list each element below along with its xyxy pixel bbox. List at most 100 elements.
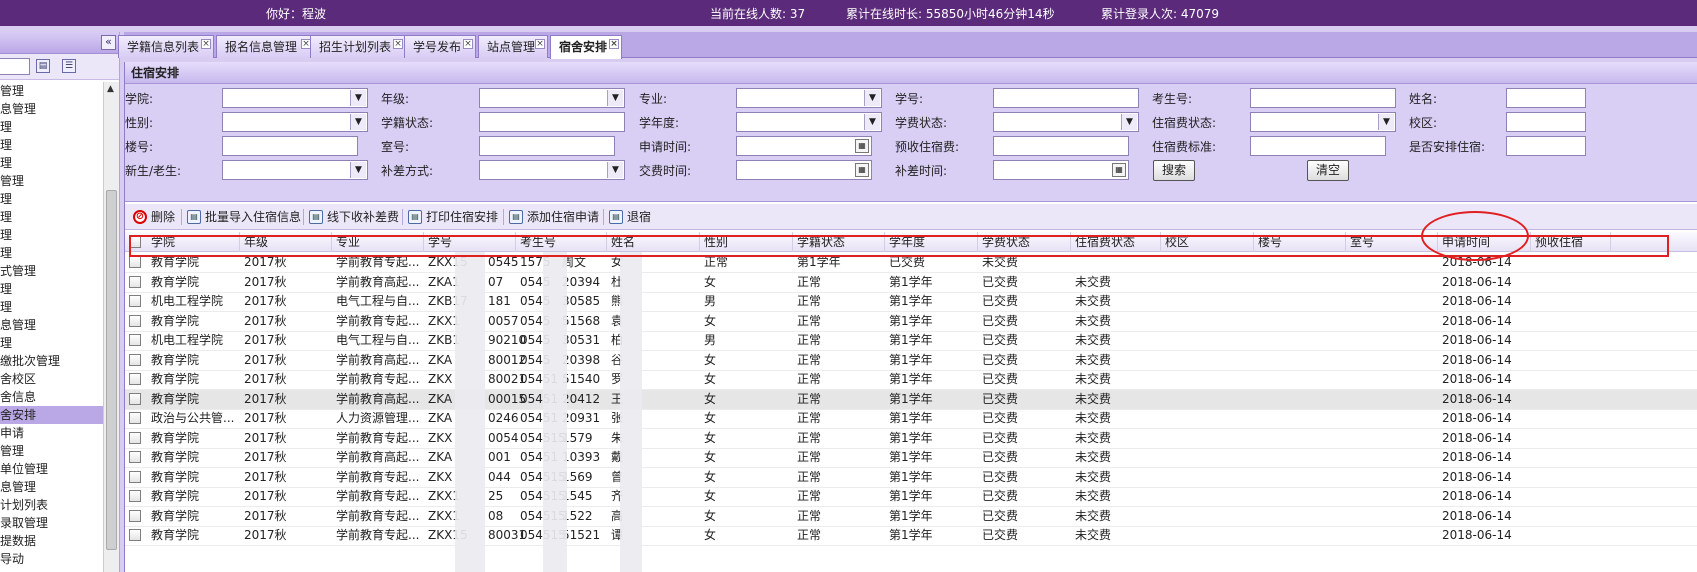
name-input[interactable]: [1506, 88, 1586, 108]
sidebar-item[interactable]: 理: [0, 280, 104, 298]
expand-all-icon[interactable]: ▤: [36, 59, 50, 73]
sidebar-item[interactable]: 理: [0, 154, 104, 172]
tab-site-management[interactable]: 站点管理 ×: [478, 35, 548, 58]
table-row[interactable]: 教育学院 2017秋 学前教育专起... ZKX1 25 054515 1545 齐女正常 第1…: [125, 487, 1697, 507]
print-button[interactable]: ▤ 打印住宿安排: [408, 208, 498, 226]
prepaid-fee-input[interactable]: [993, 136, 1129, 156]
column-header[interactable]: 年级: [240, 232, 332, 252]
sidebar-item[interactable]: 管理: [0, 172, 104, 190]
row-checkbox[interactable]: [129, 314, 141, 327]
row-checkbox[interactable]: [129, 451, 141, 463]
building-input[interactable]: [222, 136, 358, 156]
table-row[interactable]: 教育学院 2017秋 学前教育高起... ZKA 001 05451 10393 戴 女 正常 第1…: [125, 448, 1697, 468]
year-select[interactable]: ▼: [736, 112, 882, 132]
close-icon[interactable]: ×: [609, 39, 619, 49]
tab-enrollment[interactable]: 报名信息管理 ×: [216, 35, 314, 58]
pay-time-input[interactable]: ▦: [736, 160, 872, 180]
column-header[interactable]: 考生号: [516, 232, 607, 252]
fee-standard-input[interactable]: [1250, 136, 1386, 156]
column-header[interactable]: 申请时间: [1438, 232, 1531, 252]
column-header[interactable]: 姓名: [607, 232, 700, 252]
table-row[interactable]: 教育学院 2017秋 学前教育专起... ZKX1 0057 0545 51568 袁 女 正常 第…: [125, 312, 1697, 332]
column-header[interactable]: 预收住宿: [1531, 232, 1611, 252]
sidebar-item[interactable]: 息管理: [0, 316, 104, 334]
close-icon[interactable]: ×: [201, 39, 211, 49]
calendar-icon[interactable]: ▦: [855, 139, 869, 153]
batch-import-button[interactable]: ▤ 批量导入住宿信息: [187, 208, 301, 226]
row-checkbox[interactable]: [129, 412, 141, 424]
clear-button[interactable]: 清空: [1307, 160, 1349, 181]
sidebar-item[interactable]: 理: [0, 136, 104, 154]
table-row[interactable]: 政治与公共管... 2017秋 人力资源管理... ZKA 0246 05451 20931…: [125, 409, 1697, 429]
row-checkbox[interactable]: [129, 392, 141, 405]
sidebar-item[interactable]: 舍校区: [0, 370, 104, 388]
close-icon[interactable]: ×: [535, 39, 545, 49]
sidebar-item[interactable]: 理: [0, 190, 104, 208]
row-checkbox[interactable]: [129, 256, 141, 268]
sidebar-item[interactable]: 录取管理: [0, 514, 104, 532]
new-old-select[interactable]: ▼: [222, 160, 368, 180]
student-no-input[interactable]: [993, 88, 1139, 108]
collapse-sidebar-button[interactable]: «: [101, 35, 116, 50]
delete-button[interactable]: ⊘ 删除: [133, 208, 175, 226]
sidebar-item[interactable]: 单位管理: [0, 460, 104, 478]
row-checkbox[interactable]: [129, 373, 141, 385]
close-icon[interactable]: ×: [393, 39, 403, 49]
arranged-input[interactable]: [1506, 136, 1586, 156]
calendar-icon[interactable]: ▦: [855, 163, 869, 177]
college-select[interactable]: ▼: [222, 88, 368, 108]
sidebar-scrollbar[interactable]: ▲: [103, 82, 119, 572]
row-checkbox[interactable]: [129, 490, 141, 502]
table-row[interactable]: 教育学院 2017秋 学前教育专起... ZKX 0054 054515 1579 朱女正常第…: [125, 429, 1697, 449]
table-row[interactable]: 教育学院 2017秋 学前教育高起... ZKA1 07 0545 20394 杜 女 正常 第1学…: [125, 273, 1697, 293]
column-header[interactable]: 性别: [700, 232, 793, 252]
column-header[interactable]: 室号: [1346, 232, 1438, 252]
table-row[interactable]: 教育学院 2017秋 学前教育专起... ZKX15 80031 054515 51521 谭…: [125, 526, 1697, 546]
sidebar-item[interactable]: 理: [0, 208, 104, 226]
sidebar-item[interactable]: 提数据: [0, 532, 104, 550]
column-header[interactable]: 学费状态: [978, 232, 1071, 252]
row-checkbox[interactable]: [129, 295, 141, 307]
room-input[interactable]: [479, 136, 615, 156]
diff-time-input[interactable]: ▦: [993, 160, 1129, 180]
column-header[interactable]: 楼号: [1254, 232, 1346, 252]
sidebar-item[interactable]: 式管理: [0, 262, 104, 280]
column-header[interactable]: 校区: [1161, 232, 1254, 252]
table-row[interactable]: 机电工程学院 2017秋 电气工程与自... ZKB1 90210 0545 30531 柏男…: [125, 331, 1697, 351]
tab-admission-plan[interactable]: 招生计划列表 ×: [310, 35, 406, 58]
row-checkbox[interactable]: [129, 275, 141, 288]
sidebar-item[interactable]: 理: [0, 298, 104, 316]
major-select[interactable]: ▼: [736, 88, 882, 108]
campus-input[interactable]: [1506, 112, 1586, 132]
search-button[interactable]: 搜索: [1153, 160, 1195, 181]
column-header[interactable]: 专业: [332, 232, 424, 252]
table-row[interactable]: 教育学院 2017秋 学前教育专起... ZKX 80021 05451 51540 罗女正常…: [125, 370, 1697, 390]
row-checkbox[interactable]: [129, 353, 141, 366]
close-icon[interactable]: ×: [463, 39, 473, 49]
table-row[interactable]: 教育学院 2017秋 学前教育专起... ZKX 044 054515 1569 曾女正常 第1…: [125, 468, 1697, 488]
table-row[interactable]: 教育学院 2017秋 学前教育专起... ZKX1 08 054515 1522 高女正常 第1…: [125, 507, 1697, 527]
table-row[interactable]: 教育学院 2017秋 学前教育高起... ZKA 80012 0545 20398 谷女正常第…: [125, 351, 1697, 371]
exam-no-input[interactable]: [1250, 88, 1396, 108]
sidebar-item[interactable]: 缴批次管理: [0, 352, 104, 370]
tab-student-records[interactable]: 学籍信息列表 ×: [118, 35, 214, 58]
row-checkbox[interactable]: [129, 334, 141, 346]
add-apply-button[interactable]: ▤ 添加住宿申请: [509, 208, 599, 226]
row-checkbox[interactable]: [129, 529, 141, 541]
tab-student-no-release[interactable]: 学号发布 ×: [404, 35, 476, 58]
tab-dorm-arrangement[interactable]: 宿舍安排 ×: [550, 35, 622, 59]
row-checkbox[interactable]: [129, 431, 141, 444]
table-row[interactable]: 教育学院 2017秋 学前教育专起... ZKX15 0545 1575 周文 女 正常 第1学年…: [125, 253, 1697, 273]
column-header[interactable]: 学籍状态: [793, 232, 885, 252]
column-header[interactable]: 学年度: [885, 232, 978, 252]
sidebar-item[interactable]: 理: [0, 118, 104, 136]
apply-time-input[interactable]: ▦: [736, 136, 872, 156]
column-header[interactable]: 学号: [424, 232, 516, 252]
scrollbar-thumb[interactable]: [106, 190, 117, 550]
sidebar-item[interactable]: 理: [0, 226, 104, 244]
sidebar-item[interactable]: 管理: [0, 82, 104, 100]
offline-fee-button[interactable]: ▤ 线下收补差费: [309, 208, 399, 226]
dorm-fee-status-select[interactable]: ▼: [1250, 112, 1396, 132]
sidebar-item[interactable]: 息管理: [0, 100, 104, 118]
sidebar-item[interactable]: 计划列表: [0, 496, 104, 514]
